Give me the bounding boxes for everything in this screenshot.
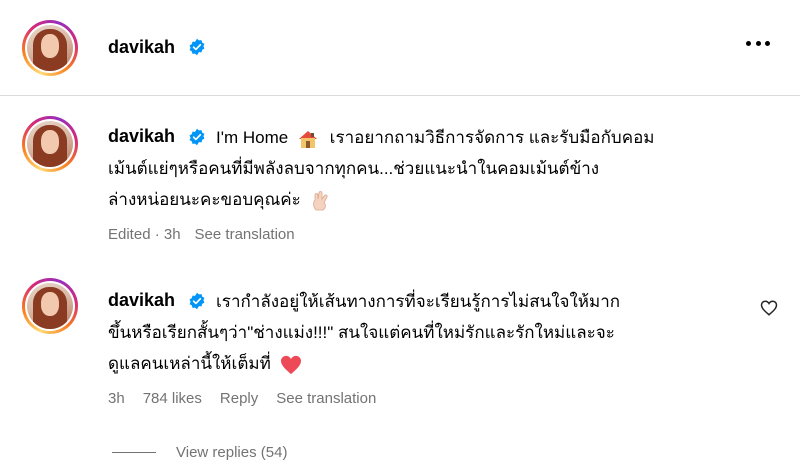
post-username[interactable]: davikah (108, 37, 175, 58)
comment-text-line1: เรากำลังอยู่ให้เส้นทางการที่จะเรียนรู้กา… (216, 292, 621, 311)
avatar[interactable] (22, 20, 78, 76)
comment-reply-button[interactable]: Reply (220, 390, 258, 407)
more-options-icon[interactable] (746, 38, 770, 48)
caption-text: I'm Home เราอยากถามวิธีการจัดการ และรับม… (108, 122, 778, 215)
house-emoji-icon (298, 130, 317, 148)
caption-avatar[interactable] (22, 116, 78, 172)
comment-text: เรากำลังอยู่ให้เส้นทางการที่จะเรียนรู้กา… (108, 286, 748, 379)
comment-likes[interactable]: 784 likes (143, 390, 202, 407)
caption-title: I'm Home (216, 128, 289, 147)
caption-edited: Edited · 3h (108, 226, 181, 243)
caption-see-translation[interactable]: See translation (195, 226, 295, 243)
caption-meta: Edited · 3h See translation (108, 226, 295, 243)
comment-see-translation[interactable]: See translation (276, 390, 376, 407)
verified-badge-icon (189, 38, 205, 56)
view-replies-button[interactable]: View replies (54) (112, 444, 287, 461)
post-header: davikah (0, 0, 800, 96)
comment-text-line3: ดูแลคนเหล่านี้ให้เต็มที่ (108, 354, 271, 373)
comment-meta: 3h 784 likes Reply See translation (108, 390, 376, 407)
replies-divider (112, 452, 156, 453)
comment-time: 3h (108, 390, 125, 407)
like-heart-icon[interactable] (760, 299, 778, 317)
red-heart-emoji-icon (280, 355, 301, 374)
hand-emoji-icon (312, 190, 328, 210)
caption-text-line1: เราอยากถามวิธีการจัดการ และรับมือกับคอม (329, 128, 655, 147)
comment-avatar[interactable] (22, 278, 78, 334)
comment-text-line2: ขึ้นหรือเรียกสั้นๆว่า"ช่างแม่ง!!!" สนใจแ… (108, 323, 615, 342)
view-replies-label[interactable]: View replies (54) (176, 444, 287, 461)
caption-text-line3: ล่างหน่อยนะคะขอบคุณค่ะ (108, 190, 301, 209)
caption-text-line2: เม้นต์แย่ๆหรือคนที่มีพลังลบจากทุกคน...ช่… (108, 159, 600, 178)
